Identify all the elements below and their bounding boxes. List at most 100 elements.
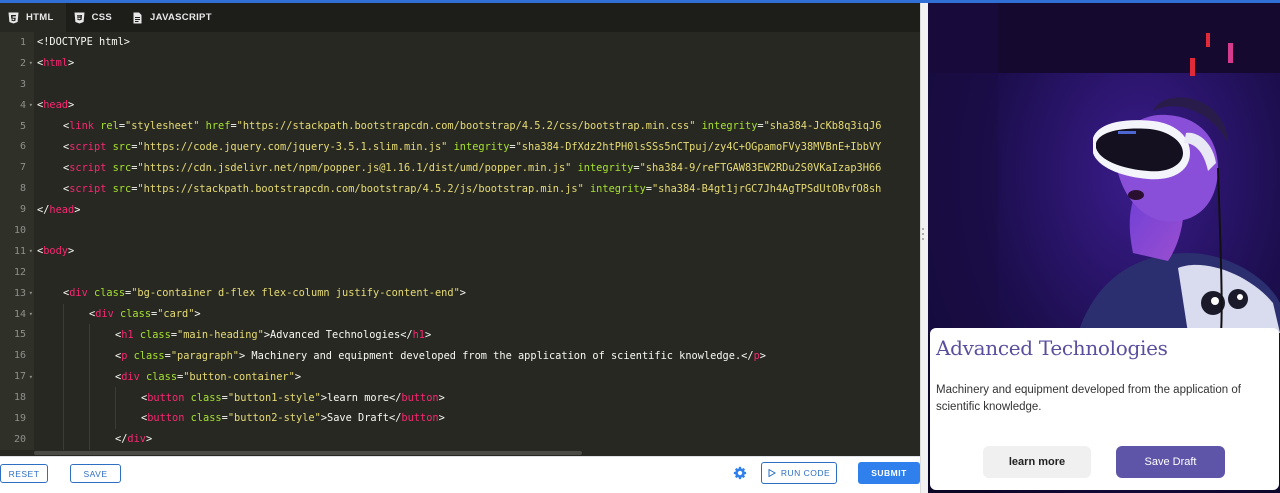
code-line[interactable]: 13 ▾ < div class = "bg-container d-flex flex-… <box>0 282 920 304</box>
code-token: "button2-style" <box>227 412 321 425</box>
code-token: >Advanced Technologies</ <box>263 328 413 341</box>
indent-guide <box>63 408 89 429</box>
indent-guide <box>37 136 63 157</box>
code-token: </ <box>115 433 128 446</box>
code-editor[interactable]: HTML CSS JAVASCRIPT 1 <!DOCTYPE html> 2 ▾ < h… <box>0 3 920 456</box>
code-text: </head > <box>34 199 80 220</box>
code-token: class <box>133 349 165 362</box>
fold-arrow-icon[interactable]: ▾ <box>29 101 33 109</box>
code-line[interactable]: 2 ▾ < html > <box>0 52 920 74</box>
code-token: src <box>112 161 132 174</box>
fold-arrow-icon[interactable]: ▾ <box>29 373 33 381</box>
save-button[interactable]: SAVE <box>70 464 121 483</box>
tab-javascript-label: JAVASCRIPT <box>150 12 212 23</box>
code-line[interactable]: 19 < button class = "button2-style" >Save Dra… <box>0 408 920 429</box>
code-token: > <box>294 370 302 383</box>
line-number: 2 ▾ <box>0 52 34 74</box>
fold-arrow-icon[interactable]: ▾ <box>29 59 33 67</box>
code-token: h1 <box>121 328 134 341</box>
line-number-text: 5 <box>19 120 26 132</box>
code-token: > <box>438 391 445 404</box>
tab-css[interactable]: CSS <box>66 3 124 32</box>
line-number-text: 2 <box>19 57 26 69</box>
line-number-text: 15 <box>13 329 26 341</box>
line-number-text: 8 <box>19 183 26 195</box>
code-line[interactable]: 18 < button class = "button1-style" >learn mo… <box>0 387 920 409</box>
indent-guide <box>63 428 89 450</box>
indent-guide <box>63 387 89 409</box>
code-text: < link rel = "stylesheet" href = "https://sta… <box>34 116 881 137</box>
code-token: > <box>438 412 445 425</box>
line-number: 4 ▾ <box>0 94 34 116</box>
fold-arrow-icon[interactable]: ▾ <box>29 247 33 255</box>
code-text: < div class = "card" > <box>34 303 201 325</box>
code-line[interactable]: 7 < script src = "https://cdn.jsdelivr.net/n… <box>0 157 920 179</box>
code-line[interactable]: 15 < h1 class = "main-heading" >Advanced Tech… <box>0 324 920 346</box>
reset-button[interactable]: RESET <box>0 464 48 483</box>
code-token: > <box>759 349 766 362</box>
indent-guide <box>37 157 63 178</box>
run-code-button[interactable]: RUN CODE <box>761 462 837 484</box>
code-token: div <box>127 433 147 446</box>
code-text: < button class = "button2-style" >Save Draft… <box>34 408 445 429</box>
code-token: "stylesheet" <box>125 120 200 132</box>
tab-html[interactable]: HTML <box>0 3 66 32</box>
code-line[interactable]: 4 ▾ < head > <box>0 94 920 116</box>
code-line[interactable]: 12 <box>0 261 920 283</box>
code-text: < script src = "https://cdn.jsdelivr.net/np… <box>34 157 881 178</box>
fold-arrow-icon[interactable]: ▾ <box>29 310 33 318</box>
code-area[interactable]: 1 <!DOCTYPE html> 2 ▾ < html >3 4 ▾ < head > 5 < link … <box>0 32 920 456</box>
horizontal-scrollbar[interactable] <box>34 451 582 455</box>
indent-guide <box>89 387 115 409</box>
code-token: link <box>69 120 95 132</box>
code-token: > <box>425 328 432 341</box>
line-number: 15 <box>0 324 34 346</box>
line-number: 9 <box>0 199 34 221</box>
divider-grip-icon[interactable] <box>922 228 925 244</box>
submit-button[interactable]: SUBMIT <box>858 462 920 484</box>
code-token: button <box>401 391 439 404</box>
fold-arrow-icon[interactable]: ▾ <box>29 289 33 297</box>
code-text: < h1 class = "main-heading" >Advanced Techno… <box>34 324 432 346</box>
code-token: button <box>147 391 185 404</box>
code-line[interactable]: 17 ▾ < div class = "button-container" > <box>0 366 920 388</box>
code-line[interactable]: 10 <box>0 220 920 241</box>
line-number-text: 10 <box>13 224 26 236</box>
indent-guide <box>115 387 141 409</box>
code-line[interactable]: 20 </div > <box>0 428 920 450</box>
save-draft-button[interactable]: Save Draft <box>1116 446 1225 478</box>
code-text: </div > <box>34 428 152 450</box>
code-line[interactable]: 14 ▾ < div class = "card" > <box>0 303 920 325</box>
code-token: class <box>190 391 222 404</box>
code-token: href <box>205 120 231 132</box>
learn-more-button[interactable]: learn more <box>983 446 1091 478</box>
code-line[interactable]: 11 ▾ < body > <box>0 240 920 262</box>
code-token: body <box>43 245 69 258</box>
gear-icon[interactable] <box>733 466 747 480</box>
code-token: "sha384-B4gt1jrGC7Jh4AgTPSdUtOBvfO8sh <box>651 182 882 195</box>
tab-javascript[interactable]: JAVASCRIPT <box>124 3 224 32</box>
line-number: 1 <box>0 32 34 53</box>
line-number: 3 <box>0 73 34 95</box>
code-line[interactable]: 8 < script src = "https://stackpath.bootstra… <box>0 178 920 200</box>
indent-guide <box>37 283 63 304</box>
code-line[interactable]: 1 <!DOCTYPE html> <box>0 32 920 53</box>
code-text: < body > <box>34 241 74 262</box>
code-token: > <box>194 308 201 321</box>
indent-guide <box>89 366 115 388</box>
code-token: > <box>68 245 75 258</box>
line-number: 7 <box>0 157 34 179</box>
play-icon <box>768 469 776 477</box>
code-line[interactable]: 5 < link rel = "stylesheet" href = "https://st… <box>0 115 920 137</box>
code-line[interactable]: 6 < script src = "https://code.jquery.com/jq… <box>0 136 920 158</box>
code-line[interactable]: 9 </head > <box>0 199 920 221</box>
line-number-text: 19 <box>13 412 26 424</box>
pane-divider[interactable] <box>920 3 928 493</box>
code-line[interactable]: 3 <box>0 73 920 95</box>
indent-guide <box>37 304 63 325</box>
indent-guide <box>63 366 89 388</box>
code-token: src <box>112 182 132 195</box>
code-line[interactable]: 16 < p class = "paragraph" > Machinery and eq… <box>0 345 920 367</box>
